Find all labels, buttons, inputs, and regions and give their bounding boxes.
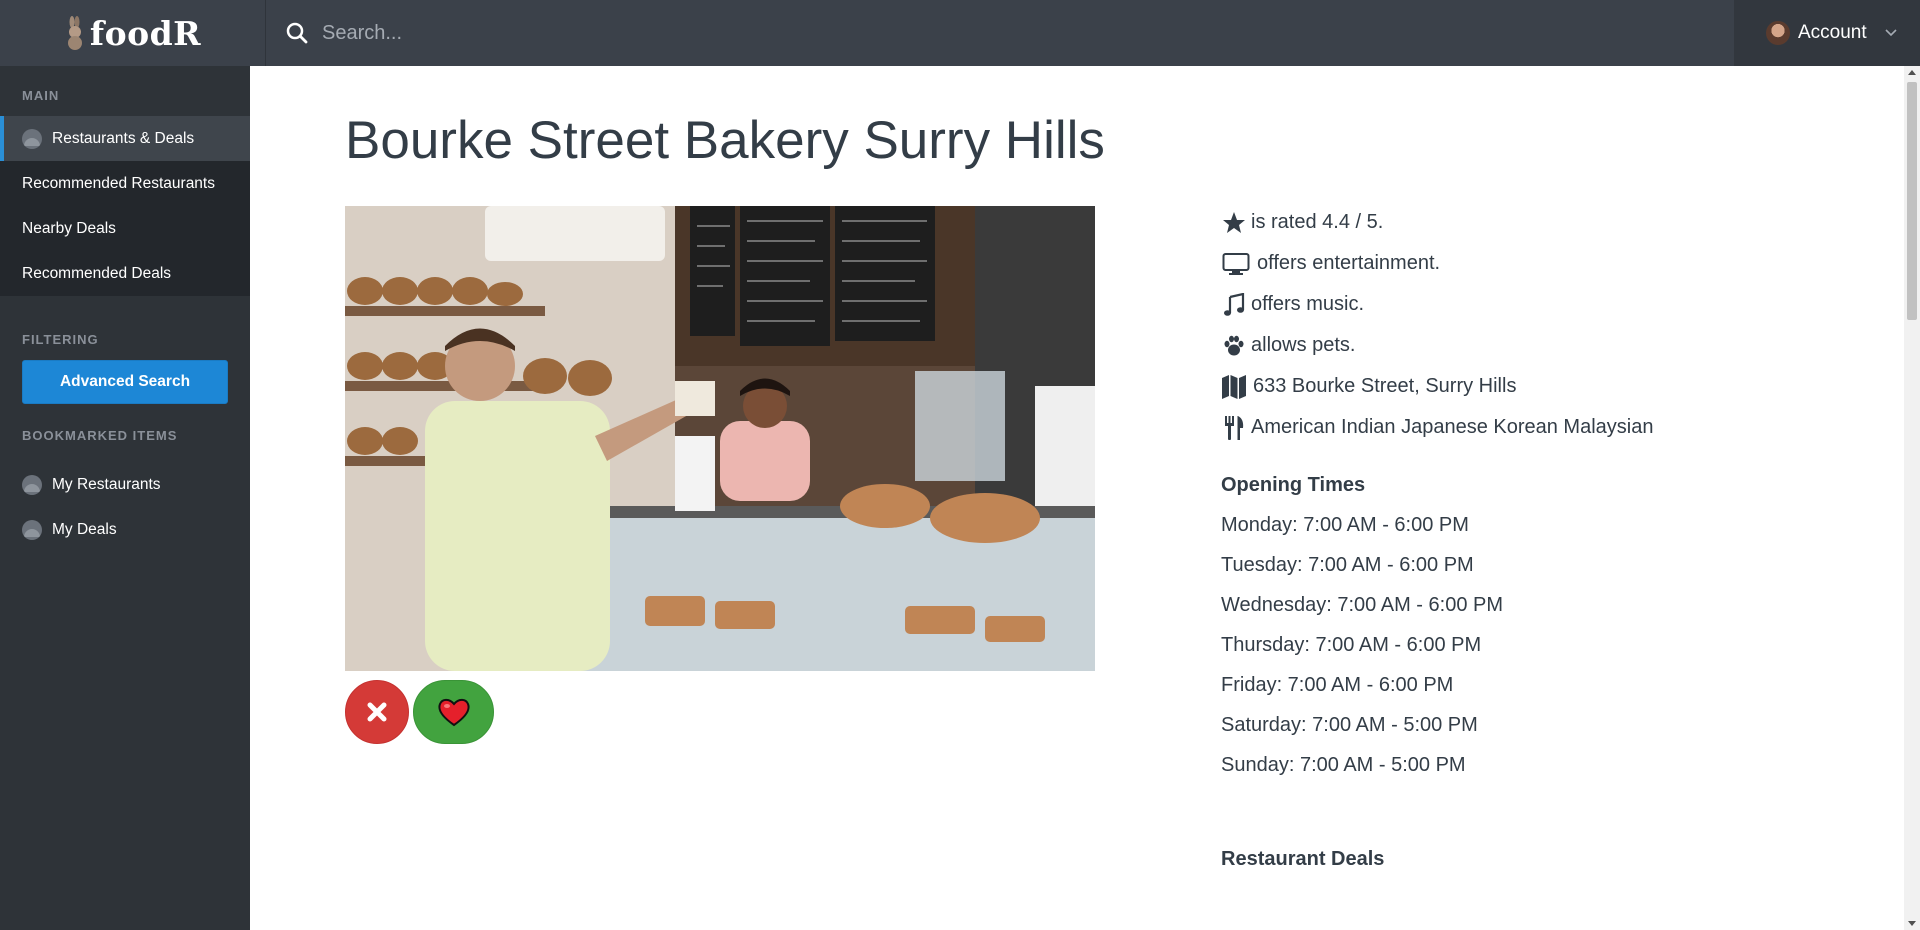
- feature-pets: allows pets.: [1221, 325, 1841, 366]
- feature-music: offers music.: [1221, 284, 1841, 325]
- opening-times-heading: Opening Times: [1221, 473, 1366, 496]
- reject-button[interactable]: [345, 680, 409, 744]
- feature-text: 633 Bourke Street, Surry Hills: [1253, 375, 1517, 397]
- scrollbar-thumb[interactable]: [1907, 82, 1917, 320]
- opening-time-row: Sunday: 7:00 AM - 5:00 PM: [1221, 753, 1466, 776]
- sidebar-item-label: Nearby Deals: [22, 219, 116, 237]
- feature-text: is rated 4.4 / 5.: [1251, 211, 1384, 233]
- restaurant-info: is rated 4.4 / 5. offers entertainment. …: [1221, 202, 1841, 785]
- section-label-main: MAIN: [22, 88, 60, 103]
- sidebar-item-my-deals[interactable]: My Deals: [0, 507, 250, 552]
- account-label: Account: [1798, 22, 1867, 43]
- advanced-search-button[interactable]: Advanced Search: [22, 360, 228, 404]
- feature-text: offers entertainment.: [1257, 252, 1441, 274]
- sidebar-subnav: Recommended Restaurants Nearby Deals Rec…: [0, 161, 250, 296]
- opening-time-row: Thursday: 7:00 AM - 6:00 PM: [1221, 633, 1482, 656]
- section-label-filtering: FILTERING: [22, 332, 99, 347]
- music-icon: [1221, 292, 1247, 318]
- search-icon: [286, 22, 308, 44]
- feature-text: American Indian Japanese Korean Malaysia…: [1251, 416, 1654, 438]
- sidebar-item-recommended-deals[interactable]: Recommended Deals: [0, 251, 250, 296]
- monitor-icon: [1221, 251, 1251, 277]
- feature-cuisine: American Indian Japanese Korean Malaysia…: [1221, 407, 1841, 448]
- opening-time-row: Tuesday: 7:00 AM - 6:00 PM: [1221, 553, 1474, 576]
- brand[interactable]: foodR: [0, 0, 266, 66]
- sidebar-item-label: My Restaurants: [52, 475, 161, 493]
- heart-icon: [437, 698, 470, 727]
- feature-rating: is rated 4.4 / 5.: [1221, 202, 1841, 243]
- restaurant-photo: [345, 206, 1095, 671]
- scroll-down-arrow-icon[interactable]: [1908, 921, 1916, 926]
- cutlery-icon: [1221, 415, 1247, 441]
- like-button[interactable]: [413, 680, 494, 744]
- sidebar-item-restaurants-deals[interactable]: Restaurants & Deals: [0, 116, 250, 161]
- star-icon: [1221, 210, 1247, 236]
- sidebar-item-label: My Deals: [52, 520, 117, 538]
- sidebar-item-my-restaurants[interactable]: My Restaurants: [0, 462, 250, 507]
- bakery-photo-illustration: [345, 206, 1095, 671]
- feature-address: 633 Bourke Street, Surry Hills: [1221, 366, 1841, 407]
- chevron-down-icon: [1885, 29, 1897, 37]
- paw-icon: [1221, 333, 1247, 359]
- circle-icon: [22, 474, 42, 495]
- logo: foodR: [64, 14, 201, 53]
- sidebar-item-recommended-restaurants[interactable]: Recommended Restaurants: [0, 161, 250, 206]
- opening-time-row: Monday: 7:00 AM - 6:00 PM: [1221, 513, 1469, 536]
- top-bar: foodR Account: [0, 0, 1920, 66]
- action-buttons: [345, 680, 494, 744]
- close-icon: [367, 702, 387, 722]
- search-input[interactable]: [322, 21, 1222, 45]
- main-content: Bourke Street Bakery Surry Hills is rate…: [250, 66, 1904, 930]
- circle-icon: [22, 128, 42, 149]
- sidebar-item-label: Recommended Deals: [22, 264, 172, 282]
- opening-time-row: Wednesday: 7:00 AM - 6:00 PM: [1221, 593, 1504, 616]
- section-label-bookmarked: BOOKMARKED ITEMS: [22, 428, 178, 443]
- sidebar-item-nearby-deals[interactable]: Nearby Deals: [0, 206, 250, 251]
- scroll-up-arrow-icon[interactable]: [1908, 70, 1916, 75]
- sidebar-item-label: Recommended Restaurants: [22, 174, 215, 192]
- page-title: Bourke Street Bakery Surry Hills: [345, 111, 1105, 170]
- feature-entertainment: offers entertainment.: [1221, 243, 1841, 284]
- map-icon: [1221, 374, 1247, 400]
- opening-time-row: Saturday: 7:00 AM - 5:00 PM: [1221, 713, 1478, 736]
- sidebar: MAIN Restaurants & Deals Recommended Res…: [0, 66, 250, 930]
- circle-icon: [22, 519, 42, 540]
- avatar: [1766, 21, 1790, 45]
- restaurant-deals-heading: Restaurant Deals: [1221, 848, 1385, 870]
- feature-text: allows pets.: [1251, 334, 1356, 356]
- search-bar: [266, 0, 1734, 66]
- opening-time-row: Friday: 7:00 AM - 6:00 PM: [1221, 673, 1454, 696]
- rabbit-logo-icon: [67, 16, 82, 50]
- sidebar-item-label: Restaurants & Deals: [52, 129, 195, 147]
- page-scrollbar[interactable]: [1904, 66, 1920, 930]
- feature-text: offers music.: [1251, 293, 1364, 315]
- brand-name: foodR: [89, 13, 202, 53]
- account-menu[interactable]: Account: [1734, 0, 1920, 66]
